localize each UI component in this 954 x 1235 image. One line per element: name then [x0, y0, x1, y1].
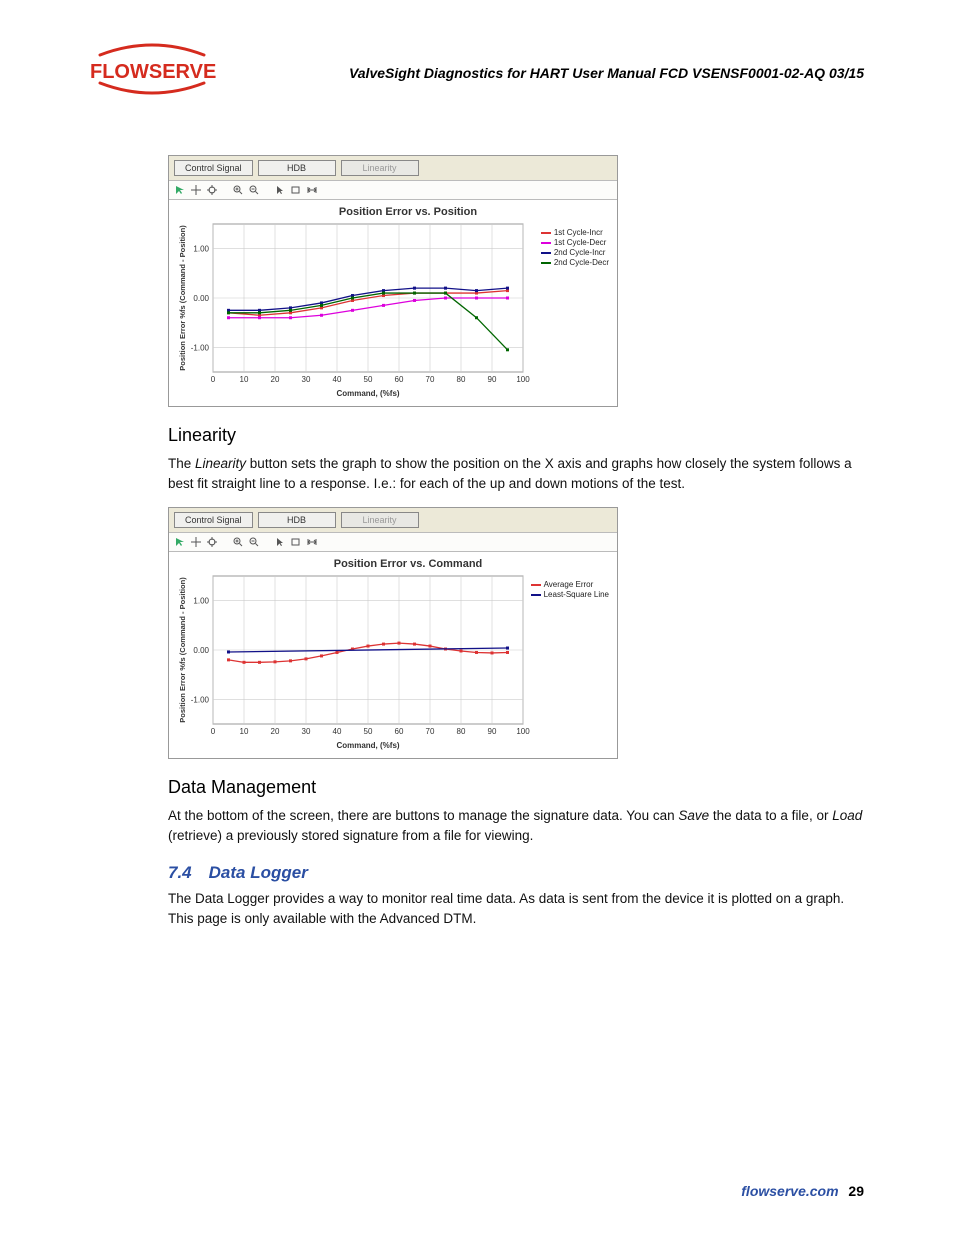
brand-name: FLOWSERVE — [90, 61, 216, 84]
svg-text:90: 90 — [488, 375, 497, 384]
zoom-in-icon[interactable] — [233, 537, 243, 547]
svg-text:0.00: 0.00 — [193, 646, 209, 655]
chart-panel-position: Control Signal HDB Linearity Position Er… — [168, 155, 618, 407]
svg-text:1.00: 1.00 — [193, 245, 209, 254]
svg-text:70: 70 — [426, 727, 435, 736]
svg-text:40: 40 — [333, 727, 342, 736]
chart-toolbar-2 — [169, 532, 617, 552]
zoom-out-icon[interactable] — [249, 537, 259, 547]
chart2-title: Position Error vs. Command — [205, 558, 611, 570]
svg-text:60: 60 — [395, 727, 404, 736]
chart-toolbar — [169, 180, 617, 200]
data-logger-para: The Data Logger provides a way to monito… — [168, 889, 864, 928]
svg-text:20: 20 — [271, 375, 280, 384]
datamgmt-heading: Data Management — [168, 777, 864, 798]
tab-control-signal-2[interactable]: Control Signal — [174, 512, 253, 528]
svg-text:10: 10 — [240, 727, 249, 736]
svg-text:10: 10 — [240, 375, 249, 384]
zoom-in-icon[interactable] — [233, 185, 243, 195]
svg-text:1.00: 1.00 — [193, 597, 209, 606]
footer-site: flowserve.com — [741, 1183, 838, 1199]
svg-text:50: 50 — [364, 375, 373, 384]
svg-text:20: 20 — [271, 727, 280, 736]
svg-text:90: 90 — [488, 727, 497, 736]
doc-title: ValveSight Diagnostics for HART User Man… — [270, 65, 864, 81]
svg-text:0: 0 — [211, 375, 216, 384]
svg-text:0: 0 — [211, 727, 216, 736]
svg-text:60: 60 — [395, 375, 404, 384]
pointer-icon[interactable] — [175, 537, 185, 547]
svg-text:100: 100 — [516, 727, 530, 736]
svg-text:Command, (%fs): Command, (%fs) — [336, 389, 399, 398]
linearity-para: The Linearity button sets the graph to s… — [168, 454, 864, 493]
svg-text:-1.00: -1.00 — [191, 343, 210, 352]
linearity-heading: Linearity — [168, 425, 864, 446]
target-icon[interactable] — [207, 185, 217, 195]
crosshair-icon[interactable] — [191, 537, 201, 547]
tab-linearity[interactable]: Linearity — [341, 160, 419, 176]
fit-width-icon[interactable] — [307, 185, 317, 195]
tab-linearity-2[interactable]: Linearity — [341, 512, 419, 528]
data-logger-heading: 7.4 Data Logger — [168, 863, 864, 883]
target-icon[interactable] — [207, 537, 217, 547]
zoom-out-icon[interactable] — [249, 185, 259, 195]
svg-text:30: 30 — [302, 727, 311, 736]
chart2-legend: Average Error Least-Square Line — [531, 580, 609, 600]
select-rect-icon[interactable] — [291, 185, 301, 195]
svg-text:50: 50 — [364, 727, 373, 736]
svg-text:80: 80 — [457, 375, 466, 384]
select-rect-icon[interactable] — [291, 537, 301, 547]
svg-text:80: 80 — [457, 727, 466, 736]
chart1-legend: 1st Cycle-Incr 1st Cycle-Decr 2nd Cycle-… — [541, 228, 609, 268]
svg-text:70: 70 — [426, 375, 435, 384]
datamgmt-para: At the bottom of the screen, there are b… — [168, 806, 864, 845]
tab-control-signal[interactable]: Control Signal — [174, 160, 253, 176]
fit-width-icon[interactable] — [307, 537, 317, 547]
cursor-icon[interactable] — [275, 185, 285, 195]
svg-text:40: 40 — [333, 375, 342, 384]
page-footer: flowserve.com 29 — [741, 1183, 864, 1199]
svg-text:0.00: 0.00 — [193, 294, 209, 303]
chart-title: Position Error vs. Position — [205, 206, 611, 218]
svg-text:Command, (%fs): Command, (%fs) — [336, 741, 399, 750]
brand-logo: FLOWSERVE — [90, 45, 210, 100]
tab-hdb-2[interactable]: HDB — [258, 512, 336, 528]
chart-panel-command: Control Signal HDB Linearity Position Er… — [168, 507, 618, 759]
svg-text:100: 100 — [516, 375, 530, 384]
svg-text:30: 30 — [302, 375, 311, 384]
tab-hdb[interactable]: HDB — [258, 160, 336, 176]
svg-text:Position Error %fs (Command -: Position Error %fs (Command - Position) — [178, 225, 187, 371]
crosshair-icon[interactable] — [191, 185, 201, 195]
cursor-icon[interactable] — [275, 537, 285, 547]
footer-page: 29 — [848, 1183, 864, 1199]
svg-text:Position Error %fs (Command -: Position Error %fs (Command - Position) — [178, 577, 187, 723]
svg-text:-1.00: -1.00 — [191, 695, 210, 704]
pointer-icon[interactable] — [175, 185, 185, 195]
